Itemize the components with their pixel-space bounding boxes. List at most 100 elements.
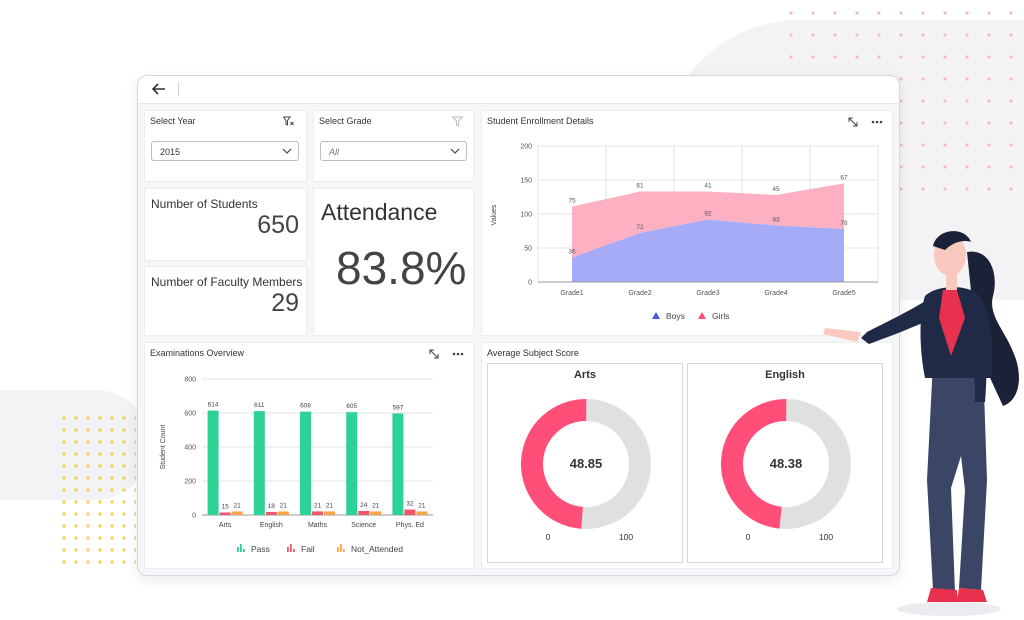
bar-fail [265,511,277,515]
data-label: 36 [568,249,576,256]
x-tick-label: Grade4 [764,290,787,297]
y-tick-label: 200 [184,479,196,486]
year-select[interactable]: 2015 [151,141,299,161]
top-bar [138,76,899,104]
data-label: 92 [704,210,712,217]
filter-clear-icon[interactable] [283,116,294,127]
bar-fail [312,511,323,515]
legend-marker [698,312,706,319]
data-label: 41 [704,183,712,190]
y-tick-label: 50 [524,246,532,253]
legend-label: Girls [712,311,729,321]
bar-pass [207,410,219,515]
grade-filter-card: Select Grade All [313,110,474,182]
arrow-left-icon[interactable] [150,81,168,97]
data-label: 21 [372,502,380,509]
data-label: 21 [314,502,322,509]
exams-y-axis-label: Student Count [160,425,167,470]
exams-bar-chart: Student Count 0 200 400 600 800 Arts 614 15 21 En… [160,377,433,554]
x-tick-label: Grade3 [696,290,719,297]
data-label: 45 [772,186,780,193]
bar-not-attended [370,511,382,515]
chevron-down-icon [450,148,460,154]
data-label: 611 [254,402,265,409]
year-select-value: 2015 [160,147,181,157]
x-tick-label: Arts [219,522,232,529]
gauge-min-label: 0 [746,532,751,542]
toolbar-divider [178,82,179,96]
grade-select-value: All [329,147,340,157]
data-label: 24 [360,502,368,509]
legend-marker-bar [290,544,292,552]
data-label: 78 [840,220,848,227]
students-kpi-card: Number of Students 650 [144,188,307,261]
x-tick-label: Science [351,522,376,529]
data-label: 18 [268,503,276,510]
students-kpi-value: 650 [257,211,299,239]
faculty-kpi-card: Number of Faculty Members 29 [144,266,307,336]
data-label: 21 [418,502,426,509]
gauge-panel-arts: Arts 48.85 0 100 [487,363,683,563]
grade-filter-title: Select Grade [319,116,372,126]
data-label: 67 [840,174,848,181]
x-tick-label: Grade2 [628,290,651,297]
decorative-dot-pattern [58,412,136,572]
bar-pass [346,412,358,515]
legend-marker-bar [287,547,289,552]
filter-icon[interactable] [452,116,463,127]
data-label: 15 [221,503,229,510]
data-label: 614 [208,402,219,409]
y-tick-label: 600 [184,411,196,418]
y-tick-label: 100 [520,212,532,219]
legend-marker [237,544,245,552]
y-tick-label: 150 [520,178,532,185]
y-tick-label: 200 [520,144,532,151]
x-tick-label: English [260,522,283,529]
legend-label: Boys [666,311,685,321]
legend-marker-bar [237,547,239,552]
data-label: 608 [300,403,311,410]
legend-marker-bar [293,549,295,552]
bar-pass [392,413,404,515]
data-label: 21 [233,502,241,509]
data-label: 605 [346,403,357,410]
legend-marker-bar [343,549,345,552]
presenter-illustration [823,231,1019,616]
legend-marker [337,544,345,552]
faculty-kpi-value: 29 [271,289,299,317]
data-label: 75 [568,198,576,205]
legend-label: Not_Attended [351,544,403,554]
bar-not-attended [416,511,428,515]
data-label: 21 [280,502,288,509]
legend-label: Pass [251,544,270,554]
legend-marker-bar [340,544,342,552]
bar-fail [358,510,370,515]
enrollment-y-axis-label: Values [491,204,498,225]
attendance-card: Attendance 83.8% [313,188,474,336]
attendance-label: Attendance [321,199,438,225]
y-tick-label: 0 [192,513,196,520]
legend-marker-bar [243,549,245,552]
data-label: 32 [406,501,414,508]
bar-fail [219,512,231,515]
y-tick-label: 400 [184,445,196,452]
bar-pass [253,411,265,515]
grade-select[interactable]: All [320,141,467,161]
x-tick-label: Maths [308,522,328,529]
legend-marker [652,312,660,319]
bar-not-attended [277,511,289,515]
data-label: 61 [636,183,644,190]
bar-pass [300,411,311,515]
students-kpi-label: Number of Students [151,197,258,211]
chevron-down-icon [282,148,292,154]
data-label: 21 [326,502,334,509]
year-filter-title: Select Year [150,116,196,126]
data-label: 72 [636,224,644,231]
exams-card: Examinations Overview Student Count 0 200… [144,342,474,569]
bar-fail [404,509,416,515]
data-label: 597 [392,405,403,412]
legend-marker [287,544,295,552]
gauge-chart: 48.85 0 100 [521,399,651,542]
x-tick-label: Grade1 [560,290,583,297]
gauge-value-label: 48.85 [570,456,603,471]
